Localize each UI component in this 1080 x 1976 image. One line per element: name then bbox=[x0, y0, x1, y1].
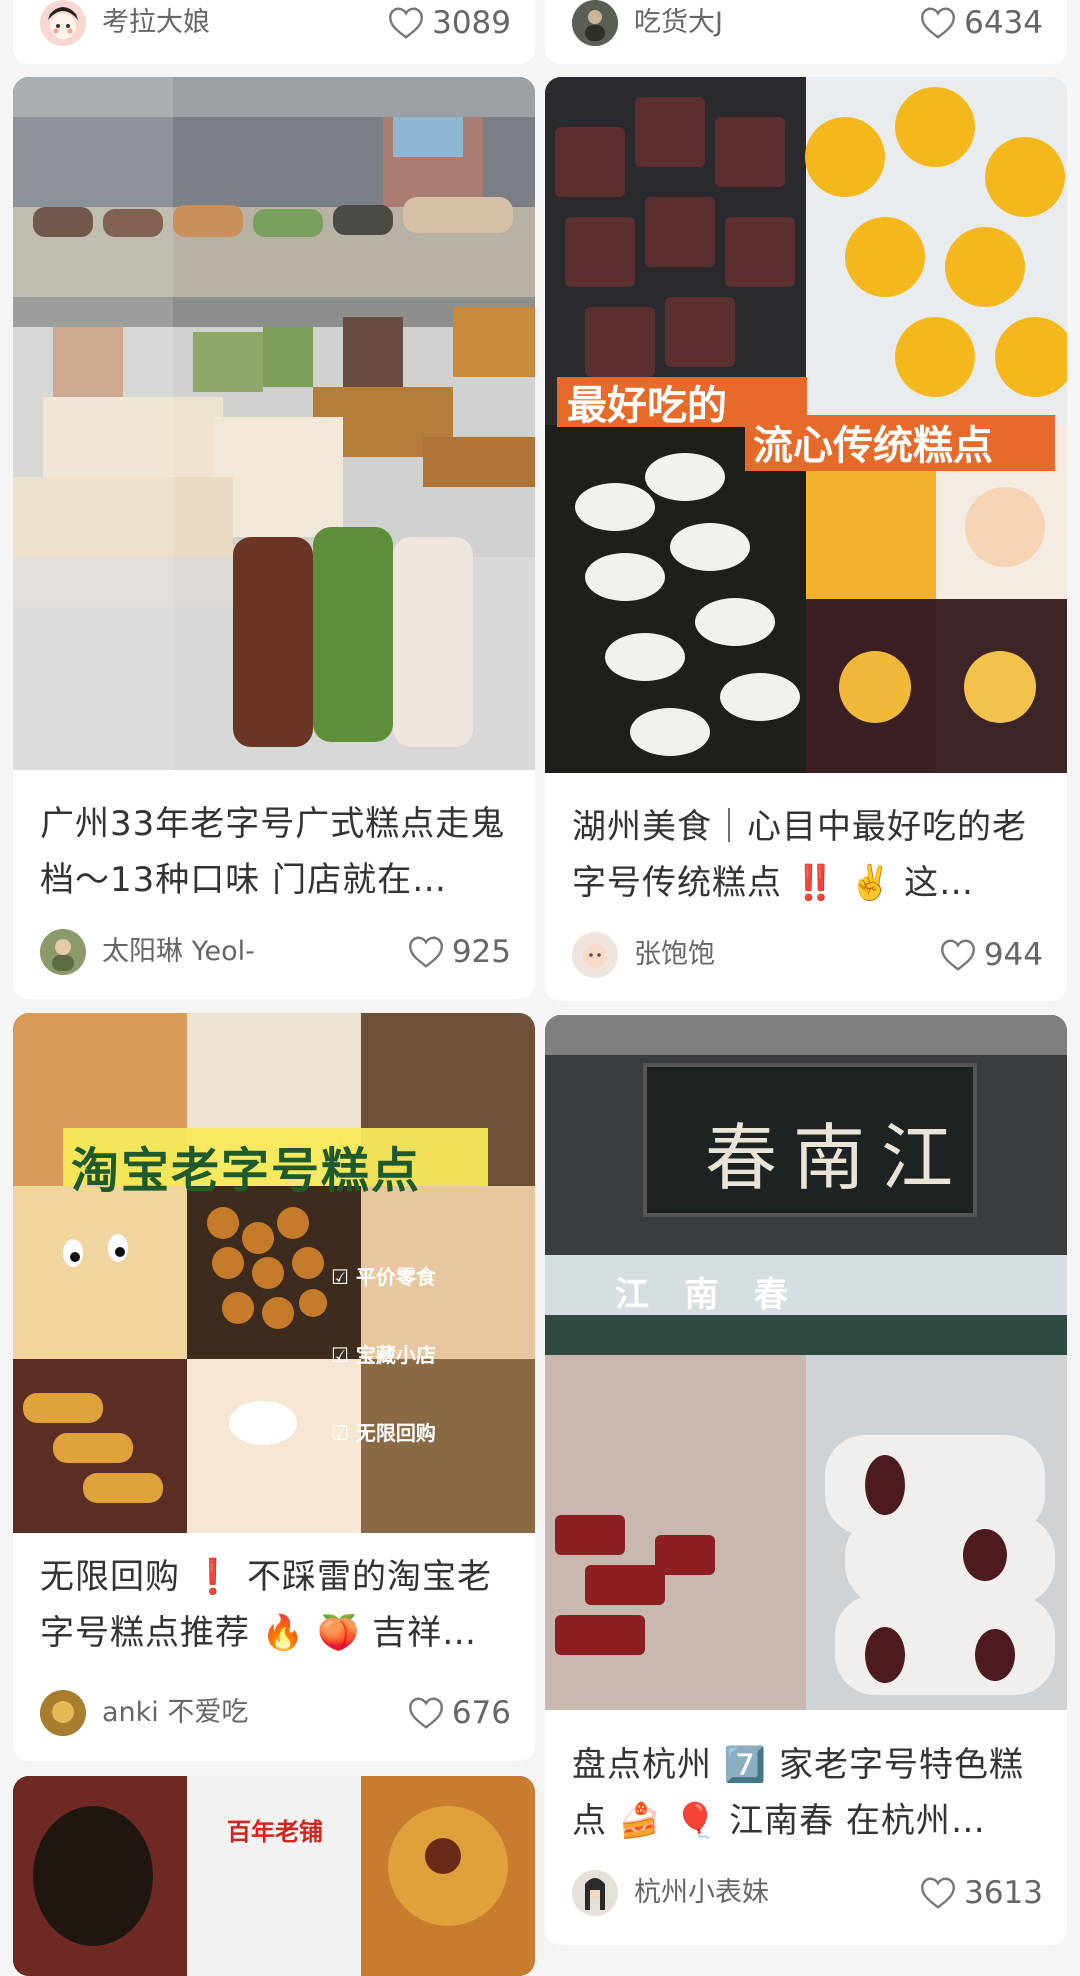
like-count: 944 bbox=[983, 937, 1043, 973]
avatar[interactable] bbox=[572, 0, 618, 46]
heart-icon bbox=[389, 7, 424, 39]
author-name[interactable]: 张饱饱 bbox=[634, 936, 715, 974]
overlay-check: ☑ 无限回购 bbox=[331, 1421, 436, 1445]
note-card[interactable]: 春南江 江 南 春 盘点杭州 7️⃣ 家老字号特色糕点 🍰 🎈 江南春 在杭州…… bbox=[545, 1015, 1067, 1945]
cover-image[interactable]: 百年老铺 bbox=[13, 1776, 535, 1976]
like-button[interactable]: 3613 bbox=[920, 1870, 1043, 1916]
author-name[interactable]: 杭州小表妹 bbox=[634, 1874, 769, 1912]
avatar[interactable] bbox=[40, 0, 86, 46]
sticker-text: 百年老铺 bbox=[227, 1818, 323, 1846]
author-name[interactable]: 太阳琳 Yeol- bbox=[102, 933, 255, 971]
like-button[interactable]: 944 bbox=[940, 932, 1043, 978]
avatar[interactable] bbox=[572, 932, 618, 978]
note-title[interactable]: 盘点杭州 7️⃣ 家老字号特色糕点 🍰 🎈 江南春 在杭州… bbox=[572, 1737, 1043, 1849]
overlay-check: ☑ 宝藏小店 bbox=[331, 1343, 436, 1367]
shop-sign-text: 春南江 bbox=[705, 1116, 970, 1200]
overlay-check: ☑ 平价零食 bbox=[331, 1265, 436, 1289]
cover-image[interactable]: 最好吃的 流心传统糕点 bbox=[545, 77, 1067, 773]
cover-image[interactable]: 春南江 江 南 春 bbox=[545, 1015, 1067, 1710]
note-card[interactable]: 广州33年老字号广式糕点走鬼档～13种口味 门店就在… 太阳琳 Yeol- 92… bbox=[13, 77, 535, 999]
note-title[interactable]: 无限回购 ❗ 不踩雷的淘宝老字号糕点推荐 🔥 🍑 吉祥… bbox=[40, 1549, 511, 1661]
cover-image[interactable]: 淘宝老字号糕点 ☑ 平价零食 ☑ 宝藏小店 ☑ 无限回购 bbox=[13, 1013, 535, 1533]
avatar[interactable] bbox=[40, 1690, 86, 1736]
heart-icon bbox=[408, 1697, 443, 1729]
like-button[interactable]: 6434 bbox=[920, 0, 1043, 46]
like-button[interactable]: 3089 bbox=[388, 0, 511, 46]
heart-icon bbox=[921, 7, 956, 39]
overlay-headline: 最好吃的 bbox=[567, 383, 727, 429]
like-count: 6434 bbox=[964, 5, 1043, 41]
author-name[interactable]: 考拉大娘 bbox=[102, 4, 210, 42]
avatar[interactable] bbox=[572, 1870, 618, 1916]
like-button[interactable]: 925 bbox=[408, 929, 511, 975]
note-card-partial[interactable]: 吃货大J 6434 bbox=[545, 0, 1067, 64]
note-card[interactable]: 最好吃的 流心传统糕点 湖州美食｜心目中最好吃的老字号传统糕点 ‼️ ✌️ 这…… bbox=[545, 77, 1067, 1001]
like-button[interactable]: 676 bbox=[408, 1690, 511, 1736]
overlay-banner: 淘宝老字号糕点 bbox=[71, 1143, 422, 1199]
note-card[interactable]: 百年老铺 bbox=[13, 1776, 535, 1976]
note-card[interactable]: 淘宝老字号糕点 ☑ 平价零食 ☑ 宝藏小店 ☑ 无限回购 无限回购 ❗ 不踩雷的… bbox=[13, 1013, 535, 1761]
card-meta: 吃货大J 6434 bbox=[572, 0, 1043, 48]
author-name[interactable]: anki 不爱吃 bbox=[102, 1694, 248, 1732]
like-count: 3089 bbox=[432, 5, 511, 41]
overlay-headline: 流心传统糕点 bbox=[753, 423, 993, 469]
card-meta: 考拉大娘 3089 bbox=[40, 0, 511, 48]
awning-text: 江 南 春 bbox=[615, 1275, 789, 1315]
like-count: 925 bbox=[451, 934, 511, 970]
heart-icon bbox=[921, 1877, 956, 1909]
note-title[interactable]: 广州33年老字号广式糕点走鬼档～13种口味 门店就在… bbox=[40, 796, 511, 908]
author-name[interactable]: 吃货大J bbox=[634, 4, 723, 42]
like-count: 3613 bbox=[964, 1875, 1043, 1911]
note-title[interactable]: 湖州美食｜心目中最好吃的老字号传统糕点 ‼️ ✌️ 这… bbox=[572, 799, 1043, 911]
card-meta: 杭州小表妹 3613 bbox=[572, 1870, 1043, 1918]
heart-icon bbox=[940, 939, 975, 971]
card-meta: 太阳琳 Yeol- 925 bbox=[40, 929, 511, 977]
avatar[interactable] bbox=[40, 929, 86, 975]
card-meta: anki 不爱吃 676 bbox=[40, 1690, 511, 1738]
card-meta: 张饱饱 944 bbox=[572, 932, 1043, 980]
heart-icon bbox=[408, 936, 443, 968]
cover-image[interactable] bbox=[13, 77, 535, 770]
like-count: 676 bbox=[451, 1695, 511, 1731]
note-card-partial[interactable]: 考拉大娘 3089 bbox=[13, 0, 535, 64]
